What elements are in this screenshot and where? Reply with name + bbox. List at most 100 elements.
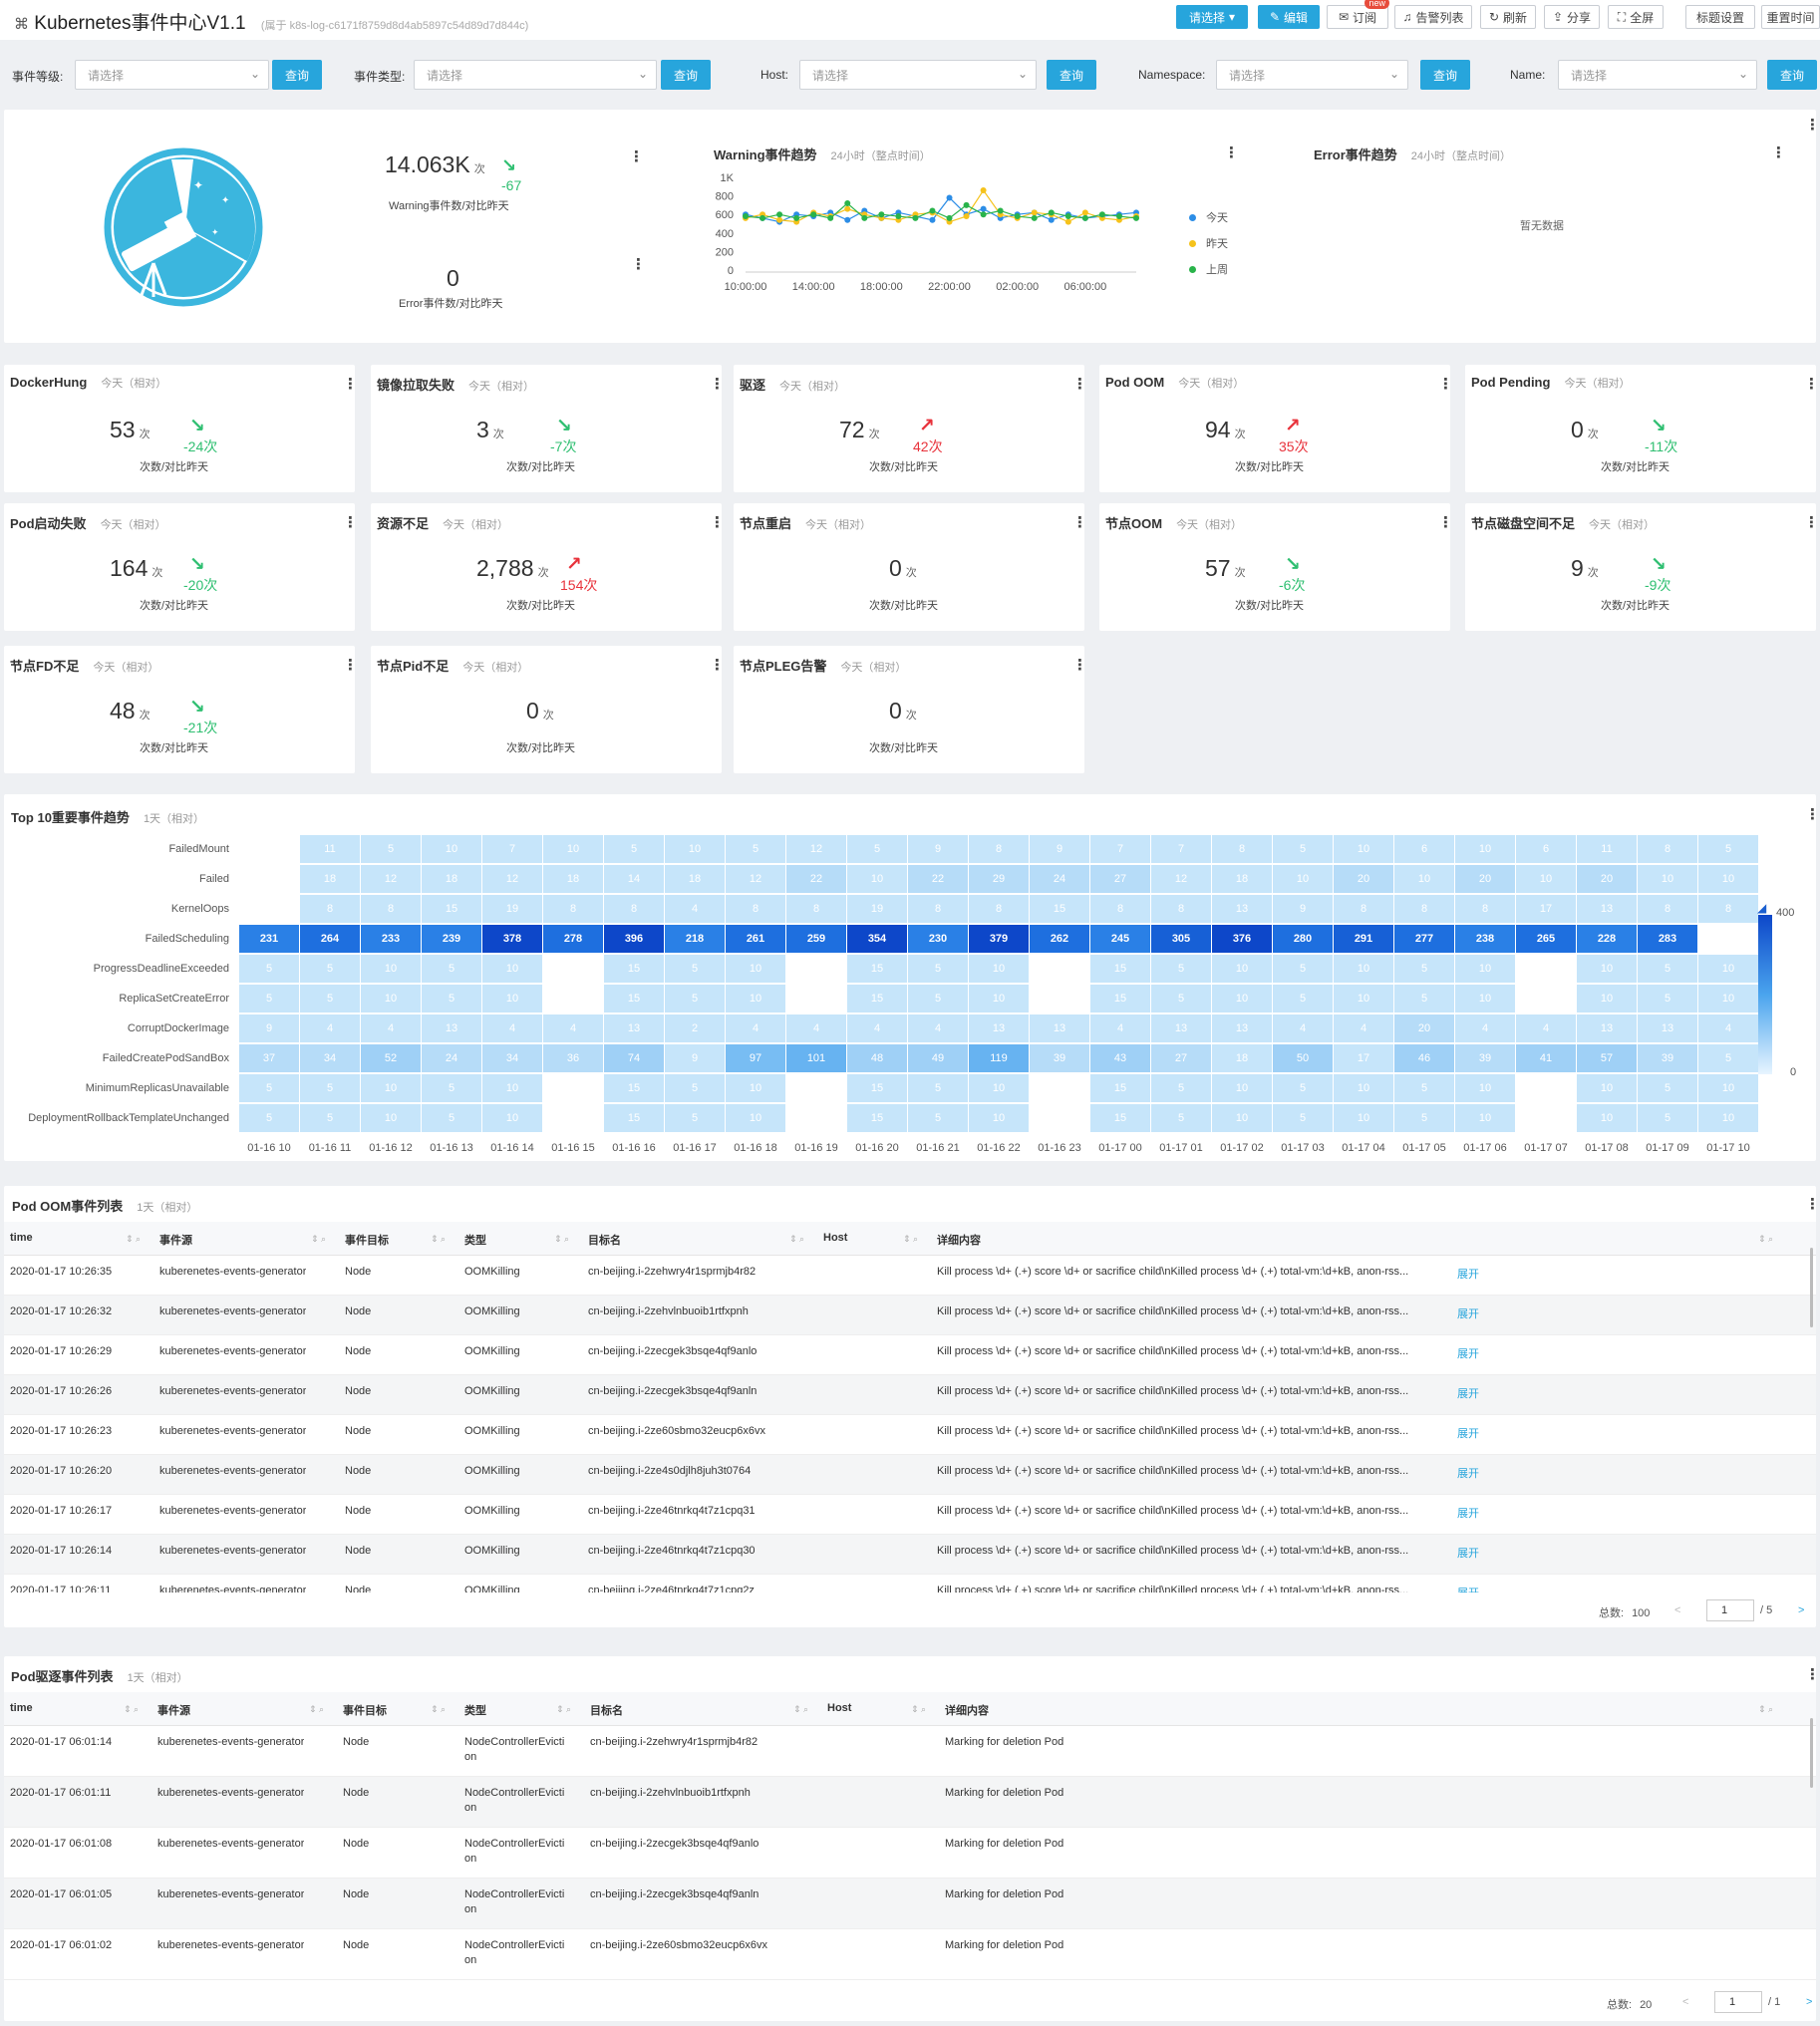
heatmap-cell[interactable]: 10 — [1455, 835, 1515, 863]
heatmap-cell[interactable] — [1698, 925, 1758, 953]
heatmap-cell[interactable]: 9 — [665, 1044, 725, 1072]
heatmap-cell[interactable]: 8 — [543, 895, 603, 923]
heatmap-cell[interactable]: 9 — [908, 835, 968, 863]
heatmap-cell[interactable]: 18 — [1212, 865, 1272, 893]
heatmap-cell[interactable]: 230 — [908, 925, 968, 953]
heatmap-cell[interactable]: 5 — [300, 985, 360, 1013]
heatmap-cell[interactable] — [543, 1104, 603, 1132]
legend-item[interactable]: 昨天 — [1189, 235, 1228, 261]
heatmap-cell[interactable]: 5 — [300, 1074, 360, 1102]
heatmap-cell[interactable] — [1030, 1104, 1089, 1132]
subscribe-button[interactable]: ✉ 订阅 new — [1327, 0, 1389, 29]
heatmap-cell[interactable]: 4 — [1698, 1014, 1758, 1042]
heatmap-cell[interactable]: 41 — [1516, 1044, 1576, 1072]
heatmap-cell[interactable]: 5 — [1273, 985, 1333, 1013]
heatmap-cell[interactable]: 8 — [1638, 835, 1697, 863]
heatmap-cell[interactable]: 10 — [726, 985, 785, 1013]
heatmap-cell[interactable]: 15 — [604, 1104, 664, 1132]
heatmap-cell[interactable]: 10 — [847, 865, 907, 893]
table-row[interactable] — [4, 1879, 1816, 1929]
heatmap-cell[interactable]: 8 — [726, 895, 785, 923]
heatmap-cell[interactable]: 10 — [1698, 865, 1758, 893]
heatmap-cell[interactable]: 10 — [361, 1074, 421, 1102]
page-input[interactable]: 1 — [1706, 1599, 1754, 1621]
more-icon[interactable]: ⋮ — [1804, 515, 1819, 530]
heatmap-cell[interactable]: 228 — [1577, 925, 1637, 953]
column-header[interactable]: 详细内容 — [937, 1232, 981, 1248]
heatmap-cell[interactable]: 13 — [604, 1014, 664, 1042]
heatmap-cell[interactable]: 8 — [969, 895, 1029, 923]
heatmap-cell[interactable]: 37 — [239, 1044, 299, 1072]
heatmap-cell[interactable]: 8 — [1394, 895, 1454, 923]
sort-filter-icon[interactable]: ⇕ ⌕ — [789, 1234, 804, 1245]
column-header[interactable]: Host — [827, 1702, 851, 1714]
heatmap-cell[interactable]: 11 — [1577, 835, 1637, 863]
more-icon[interactable]: ⋮ — [1072, 658, 1087, 673]
heatmap-cell[interactable]: 10 — [969, 985, 1029, 1013]
heatmap-cell[interactable]: 280 — [1273, 925, 1333, 953]
heatmap-cell[interactable]: 20 — [1334, 865, 1393, 893]
heatmap-cell[interactable]: 10 — [482, 1104, 542, 1132]
heatmap-cell[interactable]: 74 — [604, 1044, 664, 1072]
heatmap-cell[interactable]: 52 — [361, 1044, 421, 1072]
query-button[interactable]: 查询 — [272, 60, 322, 90]
heatmap-cell[interactable]: 10 — [1577, 955, 1637, 983]
heatmap-cell[interactable] — [1030, 955, 1089, 983]
heatmap-cell[interactable]: 15 — [422, 895, 481, 923]
sort-filter-icon[interactable]: ⇕ ⌕ — [793, 1704, 808, 1715]
column-header[interactable]: 详细内容 — [945, 1702, 989, 1718]
more-icon[interactable]: ⋮ — [1805, 118, 1820, 133]
heatmap-cell[interactable]: 2 — [665, 1014, 725, 1042]
heatmap-cell[interactable]: 396 — [604, 925, 664, 953]
heatmap-cell[interactable]: 34 — [482, 1044, 542, 1072]
alert-list-button[interactable]: ♫ 告警列表 — [1394, 5, 1472, 29]
heatmap-cell[interactable]: 10 — [1698, 955, 1758, 983]
expand-link[interactable]: 展开 — [1457, 1545, 1479, 1561]
heatmap-cell[interactable]: 10 — [1455, 1104, 1515, 1132]
heatmap-cell[interactable]: 354 — [847, 925, 907, 953]
heatmap-cell[interactable]: 238 — [1455, 925, 1515, 953]
column-header[interactable]: time — [10, 1702, 33, 1714]
heatmap-cell[interactable]: 5 — [604, 835, 664, 863]
more-icon[interactable]: ⋮ — [1804, 377, 1819, 392]
heatmap-cell[interactable]: 10 — [1638, 865, 1697, 893]
heatmap-cell[interactable]: 22 — [908, 865, 968, 893]
heatmap-cell[interactable]: 10 — [482, 1074, 542, 1102]
heatmap-cell[interactable]: 4 — [361, 1014, 421, 1042]
heatmap-cell[interactable]: 19 — [482, 895, 542, 923]
heatmap-cell[interactable]: 10 — [1394, 865, 1454, 893]
heatmap-cell[interactable]: 5 — [665, 955, 725, 983]
heatmap-cell[interactable]: 15 — [847, 955, 907, 983]
fullscreen-button[interactable]: ⛶ 全屏 — [1608, 5, 1664, 29]
more-icon[interactable]: ⋮ — [631, 257, 646, 272]
heatmap-cell[interactable]: 5 — [665, 1074, 725, 1102]
query-button[interactable]: 查询 — [661, 60, 711, 90]
heatmap-cell[interactable]: 10 — [1212, 985, 1272, 1013]
column-header[interactable]: Host — [823, 1232, 847, 1244]
heatmap-cell[interactable]: 18 — [300, 865, 360, 893]
heatmap-cell[interactable]: 4 — [1273, 1014, 1333, 1042]
filter-select[interactable]: 请选择 ⌄ — [414, 60, 657, 90]
table-row[interactable] — [4, 1828, 1816, 1879]
heatmap-cell[interactable] — [786, 1074, 846, 1102]
heatmap-cell[interactable]: 13 — [1151, 1014, 1211, 1042]
next-page-button[interactable]: > — [1806, 1996, 1812, 2008]
heatmap-cell[interactable]: 233 — [361, 925, 421, 953]
heatmap-cell[interactable] — [543, 985, 603, 1013]
sort-filter-icon[interactable]: ⇕ ⌕ — [431, 1234, 446, 1245]
heatmap-cell[interactable]: 10 — [1577, 1104, 1637, 1132]
sort-filter-icon[interactable]: ⇕ ⌕ — [1758, 1704, 1773, 1715]
heatmap-cell[interactable]: 264 — [300, 925, 360, 953]
more-icon[interactable]: ⋮ — [1224, 145, 1239, 160]
heatmap-cell[interactable]: 27 — [1090, 865, 1150, 893]
heatmap-cell[interactable]: 4 — [1516, 1014, 1576, 1042]
column-header[interactable]: 事件目标 — [343, 1702, 387, 1718]
filter-select[interactable]: 请选择 ⌄ — [1216, 60, 1408, 90]
heatmap-cell[interactable]: 5 — [1394, 1104, 1454, 1132]
heatmap-cell[interactable] — [786, 955, 846, 983]
heatmap-cell[interactable]: 6 — [1394, 835, 1454, 863]
heatmap-cell[interactable]: 17 — [1334, 1044, 1393, 1072]
heatmap-cell[interactable]: 10 — [726, 955, 785, 983]
heatmap-cell[interactable]: 291 — [1334, 925, 1393, 953]
page-input[interactable]: 1 — [1714, 1991, 1762, 2013]
